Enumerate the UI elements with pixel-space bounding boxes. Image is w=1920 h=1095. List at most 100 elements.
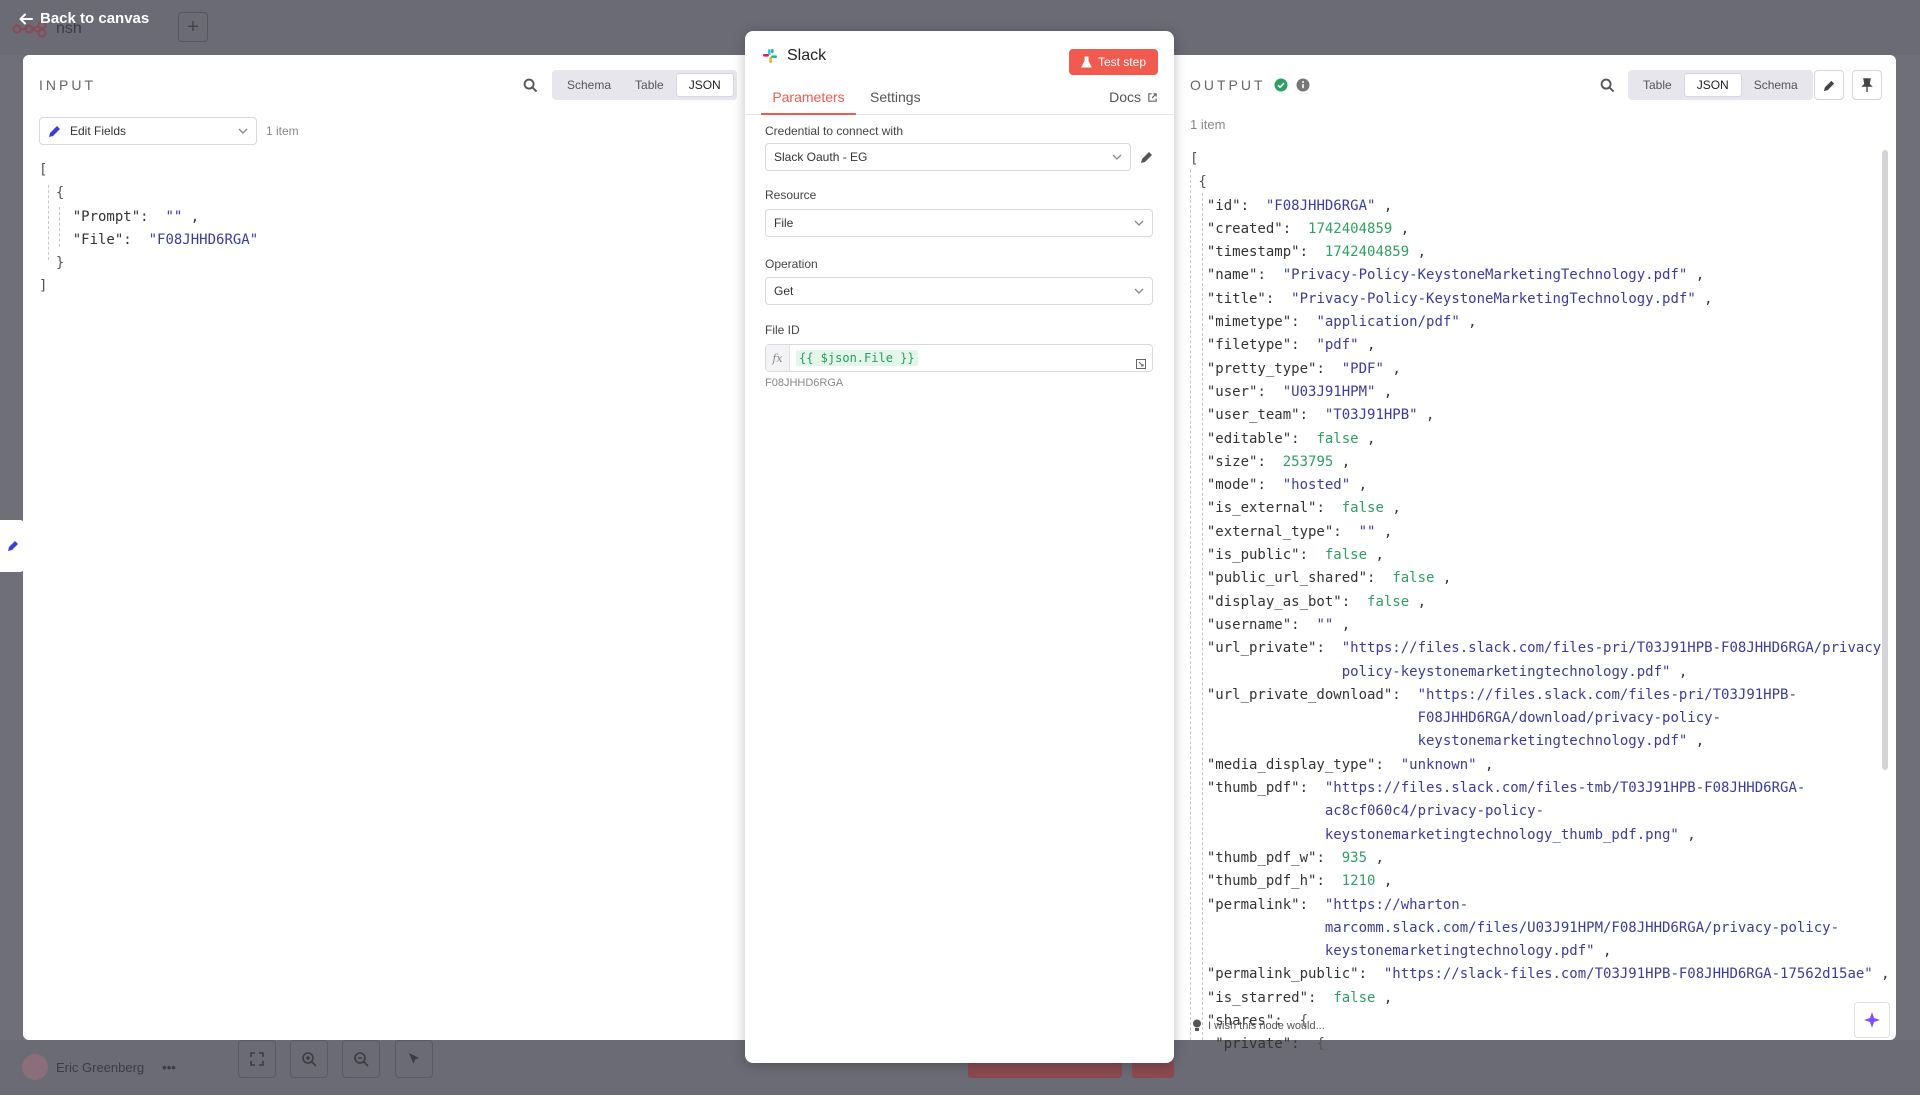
json-key[interactable]: "user"	[1207, 384, 1258, 400]
json-key[interactable]: "private"	[1215, 1036, 1291, 1052]
json-value[interactable]: "https://files.slack.com/files-pri/T03J9…	[1418, 687, 1797, 703]
expand-editor-icon[interactable]	[1136, 359, 1146, 369]
json-key[interactable]: "title"	[1207, 291, 1266, 307]
json-value[interactable]: F08JHHD6RGA/download/privacy-policy-	[1418, 710, 1721, 726]
json-value[interactable]: ac8cf060c4/privacy-policy-	[1325, 803, 1544, 819]
json-key[interactable]: "url_private"	[1207, 640, 1317, 656]
json-key[interactable]: "media_display_type"	[1207, 757, 1376, 773]
pin-data-button[interactable]	[1852, 70, 1882, 100]
json-key[interactable]: "permalink_public"	[1207, 966, 1359, 982]
more-options-icon[interactable]: •••	[162, 1060, 176, 1075]
file-id-expression-input[interactable]: fx {{ $json.File }}	[765, 344, 1153, 372]
docs-link[interactable]: Docs	[1109, 85, 1158, 115]
json-key[interactable]: "pretty_type"	[1207, 361, 1317, 377]
output-tab-table[interactable]: Table	[1631, 73, 1684, 97]
edit-credential-button[interactable]	[1138, 148, 1156, 166]
json-value[interactable]: false	[1325, 547, 1367, 563]
json-value[interactable]: "T03J91HPB"	[1325, 407, 1418, 423]
input-tab-schema[interactable]: Schema	[555, 73, 623, 97]
json-value[interactable]: 935	[1342, 850, 1367, 866]
json-value[interactable]: "Privacy-Policy-KeystoneMarketingTechnol…	[1291, 291, 1696, 307]
json-value[interactable]: "hosted"	[1283, 477, 1350, 493]
json-value[interactable]: "https://files.slack.com/files-tmb/T03J9…	[1325, 780, 1805, 796]
side-panel-tab[interactable]	[0, 520, 24, 572]
json-key[interactable]: "thumb_pdf"	[1207, 780, 1300, 796]
json-key[interactable]: "is_starred"	[1207, 990, 1308, 1006]
output-tab-schema[interactable]: Schema	[1742, 73, 1810, 97]
input-source-select[interactable]: Edit Fields	[39, 117, 257, 145]
json-key[interactable]: "mode"	[1207, 477, 1258, 493]
input-search-button[interactable]	[521, 76, 539, 94]
user-menu[interactable]: Eric Greenberg •••	[22, 1054, 176, 1080]
output-scrollbar[interactable]	[1882, 150, 1888, 770]
json-key[interactable]: "id"	[1207, 198, 1241, 214]
fit-view-button[interactable]	[238, 1040, 276, 1078]
json-value[interactable]: policy-keystonemarketingtechnology.pdf"	[1342, 664, 1671, 680]
json-value[interactable]: false	[1333, 990, 1375, 1006]
json-key[interactable]: "name"	[1207, 267, 1258, 283]
json-value[interactable]: {	[1316, 1036, 1324, 1052]
resource-select[interactable]: File	[765, 209, 1153, 237]
test-step-button[interactable]: Test step	[1068, 49, 1158, 75]
back-to-canvas-link[interactable]: Back to canvas	[18, 10, 149, 27]
json-value[interactable]: "application/pdf"	[1316, 314, 1459, 330]
json-value[interactable]: 1742404859	[1325, 244, 1409, 260]
json-key[interactable]: "permalink"	[1207, 897, 1300, 913]
json-value[interactable]: 253795	[1283, 454, 1334, 470]
json-key[interactable]: "mimetype"	[1207, 314, 1291, 330]
zoom-in-button[interactable]	[290, 1040, 328, 1078]
json-key[interactable]: "editable"	[1207, 431, 1291, 447]
json-value[interactable]: "PDF"	[1342, 361, 1384, 377]
operation-select[interactable]: Get	[765, 277, 1153, 305]
json-key[interactable]: "display_as_bot"	[1207, 594, 1342, 610]
json-key[interactable]: "is_public"	[1207, 547, 1300, 563]
json-key[interactable]: "external_type"	[1207, 524, 1333, 540]
input-tab-json[interactable]: JSON	[675, 73, 734, 97]
output-search-button[interactable]	[1598, 76, 1616, 94]
input-tab-table[interactable]: Table	[623, 73, 676, 97]
tab-settings[interactable]: Settings	[870, 85, 921, 115]
json-value[interactable]: 1742404859	[1308, 221, 1392, 237]
json-value[interactable]: false	[1367, 594, 1409, 610]
tab-parameters[interactable]: Parameters	[761, 85, 856, 115]
json-value[interactable]: "F08JHHD6RGA"	[149, 232, 259, 248]
zoom-out-button[interactable]	[342, 1040, 380, 1078]
json-key[interactable]: "public_url_shared"	[1207, 570, 1367, 586]
json-value[interactable]: "unknown"	[1401, 757, 1477, 773]
json-key[interactable]: "File"	[73, 232, 124, 248]
json-key[interactable]: "Prompt"	[73, 209, 140, 225]
json-value[interactable]: 1210	[1342, 873, 1376, 889]
json-key[interactable]: "created"	[1207, 221, 1283, 237]
json-value[interactable]: false	[1316, 431, 1358, 447]
json-value[interactable]: false	[1392, 570, 1434, 586]
json-value[interactable]: "https://slack-files.com/T03J91HPB-F08JH…	[1384, 966, 1873, 982]
json-key[interactable]: "thumb_pdf_h"	[1207, 873, 1317, 889]
json-value[interactable]: ""	[1316, 617, 1333, 633]
json-key[interactable]: "filetype"	[1207, 337, 1291, 353]
json-value[interactable]: keystonemarketingtechnology.pdf"	[1325, 943, 1595, 959]
json-value[interactable]: "pdf"	[1316, 337, 1358, 353]
json-key[interactable]: "thumb_pdf_w"	[1207, 850, 1317, 866]
json-value[interactable]: ""	[1359, 524, 1376, 540]
info-icon[interactable]	[1296, 78, 1310, 92]
json-value[interactable]: keystonemarketingtechnology_thumb_pdf.pn…	[1325, 827, 1679, 843]
ai-assistant-button[interactable]	[1854, 1002, 1890, 1038]
json-key[interactable]: "is_external"	[1207, 500, 1317, 516]
json-value[interactable]: ""	[165, 209, 182, 225]
json-value[interactable]: false	[1342, 500, 1384, 516]
json-value[interactable]: "https://files.slack.com/files-pri/T03J9…	[1342, 640, 1890, 656]
edit-output-button[interactable]	[1814, 70, 1844, 100]
json-value[interactable]: "Privacy-Policy-KeystoneMarketingTechnol…	[1283, 267, 1688, 283]
json-key[interactable]: "size"	[1207, 454, 1258, 470]
json-value[interactable]: marcomm.slack.com/files/U03J91HPM/F08JHH…	[1325, 920, 1839, 936]
json-value[interactable]: "F08JHHD6RGA"	[1266, 198, 1376, 214]
add-node-button[interactable]: +	[178, 12, 208, 42]
pointer-button[interactable]	[395, 1040, 433, 1078]
credential-select[interactable]: Slack Oauth - EG	[765, 143, 1131, 171]
json-key[interactable]: "username"	[1207, 617, 1291, 633]
json-key[interactable]: "url_private_download"	[1207, 687, 1392, 703]
output-tab-json[interactable]: JSON	[1683, 73, 1742, 97]
json-value[interactable]: "U03J91HPM"	[1283, 384, 1376, 400]
json-value[interactable]: keystonemarketingtechnology.pdf"	[1418, 733, 1688, 749]
feedback-hint[interactable]: I wish this node would...	[1192, 1019, 1325, 1032]
